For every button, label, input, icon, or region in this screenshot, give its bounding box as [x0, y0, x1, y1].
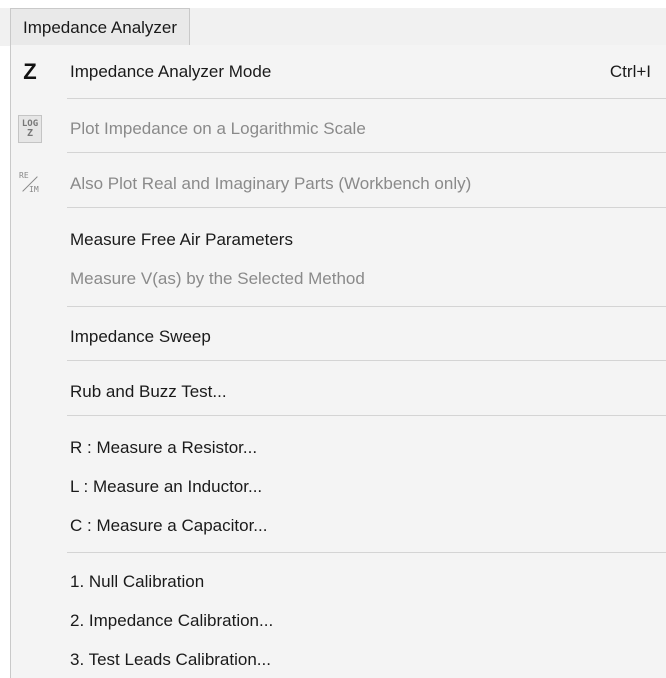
menu-item-rub-and-buzz[interactable]: Rub and Buzz Test...: [11, 370, 666, 414]
menu-item-label: Measure Free Air Parameters: [70, 230, 293, 249]
menu-item-shortcut: Ctrl+I: [609, 62, 651, 81]
menu-item-test-leads-calibration[interactable]: 3. Test Leads Calibration...: [11, 638, 666, 678]
log-z-icon-bottom: Z: [26, 128, 34, 139]
window-edge: [0, 46, 10, 678]
menu-item-measure-resistor[interactable]: R : Measure a Resistor...: [11, 426, 666, 470]
menu-item-impedance-calibration[interactable]: 2. Impedance Calibration...: [11, 599, 666, 643]
separator: [67, 207, 666, 208]
menu-item-label: 3. Test Leads Calibration...: [70, 650, 271, 669]
menu-item-plot-log-scale[interactable]: LOG Z Plot Impedance on a Logarithmic Sc…: [11, 107, 666, 151]
menu-item-plot-real-imaginary[interactable]: RE IM Also Plot Real and Imaginary Parts…: [11, 162, 666, 206]
separator: [67, 306, 666, 307]
menu-item-label: Impedance Sweep: [70, 327, 211, 346]
z-icon-glyph: Z: [23, 59, 37, 84]
menu-item-label: Also Plot Real and Imaginary Parts (Work…: [70, 174, 472, 193]
separator: [67, 360, 666, 361]
menu-title-impedance-analyzer[interactable]: Impedance Analyzer: [10, 8, 191, 46]
re-im-icon-re: RE: [19, 171, 29, 180]
menu-item-label: 2. Impedance Calibration...: [70, 611, 274, 630]
impedance-analyzer-dropdown: Z Impedance Analyzer Mode Ctrl+I LOG Z P…: [10, 45, 666, 678]
menu-item-impedance-analyzer-mode[interactable]: Z Impedance Analyzer Mode Ctrl+I: [11, 50, 666, 94]
separator: [67, 98, 666, 99]
log-z-icon: LOG Z: [18, 115, 42, 143]
menu-bar: Impedance Analyzer: [0, 0, 666, 47]
separator: [67, 152, 666, 153]
menu-item-measure-free-air[interactable]: Measure Free Air Parameters: [11, 218, 666, 262]
re-im-icon: RE IM: [18, 170, 42, 198]
menu-item-measure-capacitor[interactable]: C : Measure a Capacitor...: [11, 504, 666, 548]
menu-item-label: L : Measure an Inductor...: [70, 477, 263, 496]
menu-item-measure-vas[interactable]: Measure V(as) by the Selected Method: [11, 257, 666, 301]
menu-item-label: 1. Null Calibration: [70, 572, 205, 591]
separator: [67, 552, 666, 553]
menu-item-measure-inductor[interactable]: L : Measure an Inductor...: [11, 465, 666, 509]
menu-item-label: Measure V(as) by the Selected Method: [70, 269, 365, 288]
menu-item-impedance-sweep[interactable]: Impedance Sweep: [11, 315, 666, 359]
re-im-icon-im: IM: [29, 185, 39, 194]
menu-item-label: Impedance Analyzer Mode: [70, 62, 272, 81]
separator: [67, 415, 666, 416]
menu-item-label: C : Measure a Capacitor...: [70, 516, 268, 535]
menu-item-label: Plot Impedance on a Logarithmic Scale: [70, 119, 366, 138]
menu-item-label: Rub and Buzz Test...: [70, 382, 227, 401]
z-icon: Z: [18, 58, 42, 86]
menu-item-label: R : Measure a Resistor...: [70, 438, 258, 457]
menu-item-null-calibration[interactable]: 1. Null Calibration: [11, 560, 666, 604]
